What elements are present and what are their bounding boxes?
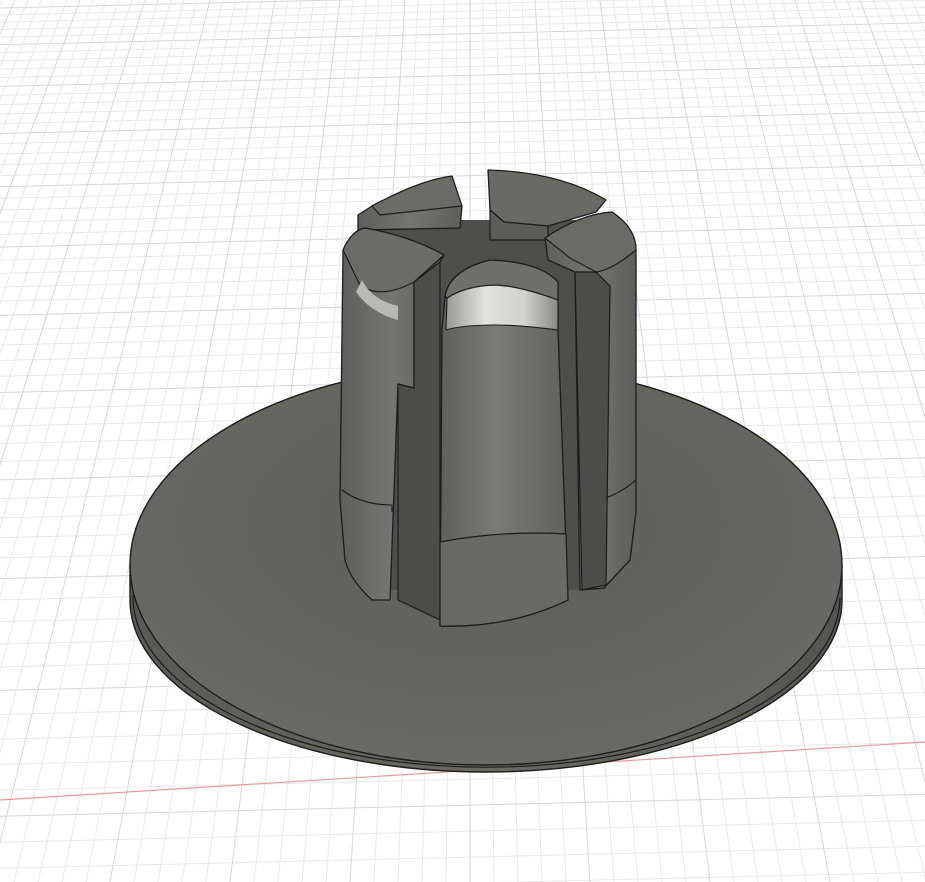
grid-line <box>0 164 925 188</box>
cad-scene[interactable] <box>0 0 925 882</box>
grid-line <box>0 0 29 68</box>
cad-viewport[interactable] <box>0 0 925 882</box>
bushing-part[interactable] <box>129 169 843 773</box>
grid-line <box>0 72 925 96</box>
grid-line <box>0 199 925 223</box>
grid-line <box>0 82 925 106</box>
grid-line <box>0 819 925 843</box>
grid-line <box>0 111 925 135</box>
grid-line <box>0 142 925 166</box>
grid-line <box>0 793 925 817</box>
grid-line <box>496 871 925 882</box>
grid-line <box>0 63 925 87</box>
grid-line <box>0 175 925 199</box>
grid-line <box>0 121 925 145</box>
grid-line <box>0 131 925 155</box>
